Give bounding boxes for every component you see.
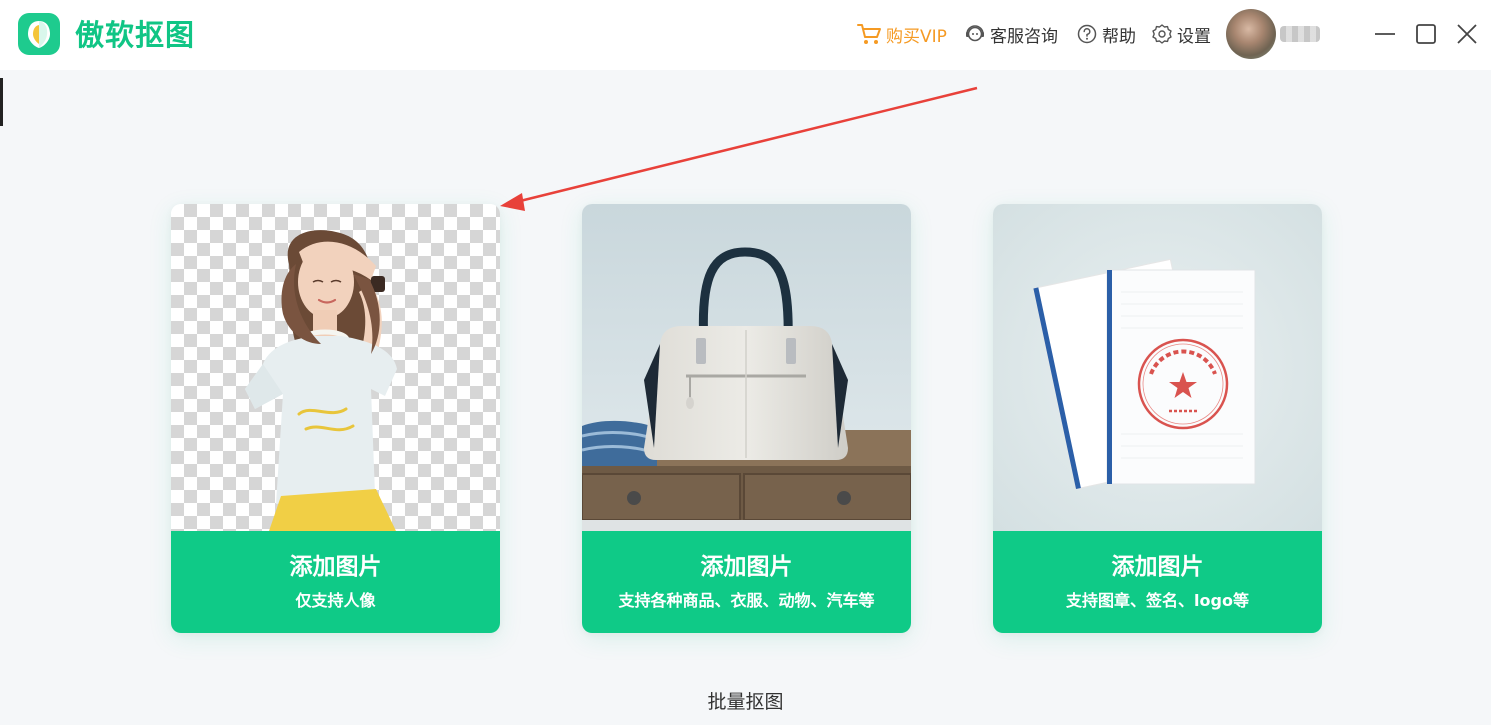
- add-image-card-product[interactable]: 添加图片 支持各种商品、衣服、动物、汽车等: [582, 204, 911, 633]
- card-subtitle: 支持各种商品、衣服、动物、汽车等: [618, 591, 875, 610]
- gear-icon: [1152, 24, 1172, 44]
- add-image-card-stamp[interactable]: 添加图片 支持图章、签名、logo等: [993, 204, 1322, 633]
- help-icon: [1077, 24, 1097, 44]
- app-title: 傲软抠图: [75, 18, 196, 52]
- customer-service-label: 客服咨询: [990, 26, 1058, 47]
- add-image-card-portrait[interactable]: 添加图片 仅支持人像: [171, 204, 500, 633]
- title-bar: 傲软抠图 购买VIP 客服咨询 帮助 设置: [0, 0, 1491, 70]
- customer-service-button[interactable]: 客服咨询: [964, 20, 1058, 48]
- maximize-button[interactable]: [1413, 21, 1439, 47]
- card-title: 添加图片: [1111, 554, 1204, 580]
- headset-icon: [966, 25, 984, 42]
- window-edge-fragment: [0, 78, 3, 126]
- card-footer[interactable]: 添加图片 支持图章、签名、logo等: [993, 531, 1322, 633]
- app-logo-icon: [18, 13, 60, 55]
- minimize-button[interactable]: [1372, 21, 1398, 47]
- card-title: 添加图片: [700, 554, 793, 580]
- settings-button[interactable]: 设置: [1151, 20, 1211, 48]
- buy-vip-label: 购买VIP: [886, 26, 947, 47]
- help-label: 帮助: [1102, 26, 1136, 47]
- batch-cutout-link[interactable]: 批量抠图: [0, 688, 1491, 716]
- settings-label: 设置: [1177, 26, 1211, 47]
- portrait-cutout-image: [171, 204, 500, 531]
- minimize-icon: [1375, 33, 1395, 35]
- card-footer[interactable]: 添加图片 支持各种商品、衣服、动物、汽车等: [582, 531, 911, 633]
- close-icon: [1457, 24, 1477, 44]
- maximize-icon: [1416, 24, 1436, 44]
- card-subtitle: 支持图章、签名、logo等: [1066, 591, 1249, 610]
- stamped-document-image: [993, 204, 1322, 531]
- card-title: 添加图片: [289, 554, 382, 580]
- user-avatar[interactable]: [1226, 9, 1276, 59]
- buy-vip-button[interactable]: 购买VIP: [856, 20, 947, 48]
- cart-icon: [857, 24, 881, 44]
- help-button[interactable]: 帮助: [1076, 20, 1136, 48]
- card-subtitle: 仅支持人像: [295, 591, 376, 610]
- handbag-product-image: [582, 204, 911, 531]
- card-footer[interactable]: 添加图片 仅支持人像: [171, 531, 500, 633]
- username-redacted[interactable]: [1280, 26, 1320, 42]
- close-button[interactable]: [1454, 21, 1480, 47]
